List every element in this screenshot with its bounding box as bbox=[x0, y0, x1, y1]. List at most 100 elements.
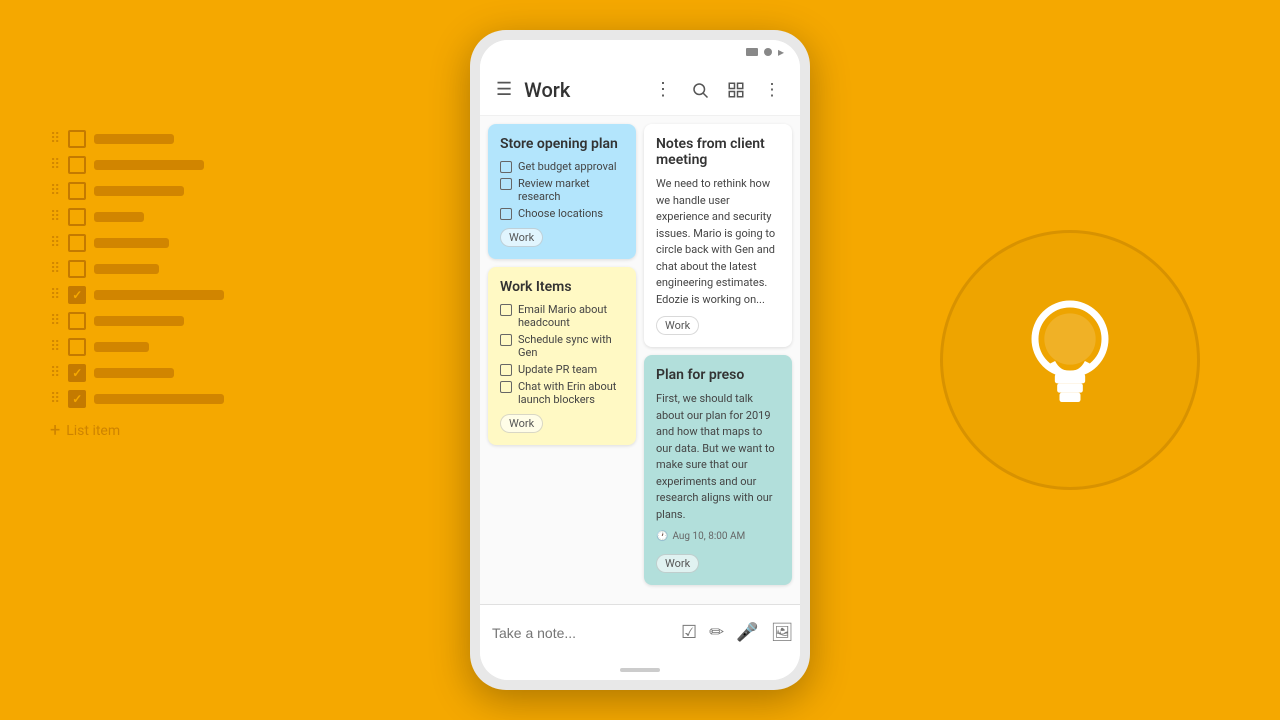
drag-handle-icon[interactable]: ⠿ bbox=[50, 339, 60, 355]
checklist-item-label: Update PR team bbox=[518, 363, 597, 376]
drag-handle-icon[interactable]: ⠿ bbox=[50, 365, 60, 381]
notes-left-column: Store opening plan Get budget approval R… bbox=[488, 124, 636, 445]
notes-right-column: Notes from client meeting We need to ret… bbox=[644, 124, 792, 585]
lightbulb-circle bbox=[940, 230, 1200, 490]
list-row: ⠿ bbox=[50, 260, 224, 278]
drag-handle-icon[interactable]: ⠿ bbox=[50, 131, 60, 147]
note-plan-preso-title: Plan for preso bbox=[656, 367, 780, 383]
note-plan-preso-tag[interactable]: Work bbox=[656, 554, 699, 573]
app-header: ☰ Work ⋮ ⋮ bbox=[480, 64, 800, 116]
list-bar bbox=[94, 368, 174, 378]
lightbulb-icon bbox=[1000, 290, 1140, 430]
note-client-meeting[interactable]: Notes from client meeting We need to ret… bbox=[644, 124, 792, 347]
list-checkbox[interactable] bbox=[68, 156, 86, 174]
image-icon[interactable]: 🖼 bbox=[771, 622, 794, 643]
list-row: ⠿ bbox=[50, 390, 224, 408]
layout-icon[interactable] bbox=[720, 74, 752, 106]
drag-handle-icon[interactable]: ⠿ bbox=[50, 235, 60, 251]
drag-handle-icon[interactable]: ⠿ bbox=[50, 183, 60, 199]
list-bar bbox=[94, 316, 184, 326]
checklist-item-label: Chat with Erin about launch blockers bbox=[518, 380, 624, 406]
note-store-plan[interactable]: Store opening plan Get budget approval R… bbox=[488, 124, 636, 259]
note-store-plan-checklist: Get budget approval Review market resear… bbox=[500, 160, 624, 220]
checklist-item-label: Choose locations bbox=[518, 207, 603, 220]
note-work-items-tag[interactable]: Work bbox=[500, 414, 543, 433]
note-work-items-checklist: Email Mario about headcount Schedule syn… bbox=[500, 303, 624, 406]
list-row: ⠿ bbox=[50, 156, 224, 174]
checklist-item: Chat with Erin about launch blockers bbox=[500, 380, 624, 406]
drag-handle-icon[interactable]: ⠿ bbox=[50, 261, 60, 277]
phone-mockup: ▸ ☰ Work ⋮ bbox=[470, 30, 810, 690]
list-row: ⠿ bbox=[50, 182, 224, 200]
status-bar: ▸ bbox=[480, 40, 800, 64]
list-checkbox[interactable] bbox=[68, 130, 86, 148]
list-bar bbox=[94, 290, 224, 300]
list-bar bbox=[94, 238, 169, 248]
lightbulb-area bbox=[940, 230, 1200, 490]
menu-icon[interactable]: ☰ bbox=[492, 75, 516, 104]
list-bar bbox=[94, 134, 174, 144]
note-plan-preso-body: First, we should talk about our plan for… bbox=[656, 391, 780, 523]
check-box[interactable] bbox=[500, 161, 512, 173]
list-bar bbox=[94, 394, 224, 404]
check-box[interactable] bbox=[500, 208, 512, 220]
search-icon[interactable] bbox=[684, 74, 716, 106]
drag-handle-icon[interactable]: ⠿ bbox=[50, 313, 60, 329]
add-list-item-row[interactable]: + List item bbox=[50, 420, 224, 441]
checklist-item: Review market research bbox=[500, 177, 624, 203]
add-item-label: List item bbox=[66, 423, 120, 439]
list-bar bbox=[94, 186, 184, 196]
note-store-plan-title: Store opening plan bbox=[500, 136, 624, 152]
drag-handle-icon[interactable]: ⠿ bbox=[50, 391, 60, 407]
add-icon[interactable]: + bbox=[50, 420, 60, 441]
check-box[interactable] bbox=[500, 334, 512, 346]
list-checkbox[interactable] bbox=[68, 182, 86, 200]
checklist-item: Schedule sync with Gen bbox=[500, 333, 624, 359]
drag-handle-icon[interactable]: ⠿ bbox=[50, 287, 60, 303]
check-box[interactable] bbox=[500, 304, 512, 316]
bottom-bar: ☑ ✏ 🎤 🖼 bbox=[480, 604, 800, 660]
list-row: ⠿ bbox=[50, 208, 224, 226]
draw-icon[interactable]: ✏ bbox=[709, 622, 724, 643]
note-client-meeting-tag[interactable]: Work bbox=[656, 316, 699, 335]
bottom-action-icons: ☑ ✏ 🎤 🖼 bbox=[681, 622, 794, 643]
list-row: ⠿ bbox=[50, 364, 224, 382]
checklist-item: Get budget approval bbox=[500, 160, 624, 173]
note-store-plan-tag[interactable]: Work bbox=[500, 228, 543, 247]
check-box[interactable] bbox=[500, 364, 512, 376]
list-checkbox[interactable] bbox=[68, 260, 86, 278]
list-checkbox[interactable] bbox=[68, 390, 86, 408]
checklist-item-label: Get budget approval bbox=[518, 160, 617, 173]
note-client-meeting-body: We need to rethink how we handle user ex… bbox=[656, 176, 780, 308]
checklist-item-label: Schedule sync with Gen bbox=[518, 333, 624, 359]
notes-content: Store opening plan Get budget approval R… bbox=[480, 116, 800, 604]
list-row: ⠿ bbox=[50, 312, 224, 330]
check-box[interactable] bbox=[500, 178, 512, 190]
header-more-dots[interactable]: ⋮ bbox=[650, 75, 676, 104]
notes-grid: Store opening plan Get budget approval R… bbox=[488, 124, 792, 585]
note-work-items[interactable]: Work Items Email Mario about headcount S… bbox=[488, 267, 636, 445]
voice-icon[interactable]: 🎤 bbox=[736, 622, 758, 643]
note-plan-preso[interactable]: Plan for preso First, we should talk abo… bbox=[644, 355, 792, 585]
checklist-item: Update PR team bbox=[500, 363, 624, 376]
note-time-text: Aug 10, 8:00 AM bbox=[672, 531, 745, 542]
list-row: ⠿ bbox=[50, 234, 224, 252]
clock-icon: 🕐 bbox=[656, 531, 668, 542]
check-box[interactable] bbox=[500, 381, 512, 393]
list-checkbox[interactable] bbox=[68, 312, 86, 330]
take-note-input[interactable] bbox=[492, 625, 673, 641]
list-checkbox[interactable] bbox=[68, 234, 86, 252]
list-checkbox[interactable] bbox=[68, 208, 86, 226]
list-bar bbox=[94, 264, 159, 274]
overflow-menu-icon[interactable]: ⋮ bbox=[756, 74, 788, 106]
signal-icon: ▸ bbox=[778, 45, 784, 59]
list-checkbox[interactable] bbox=[68, 364, 86, 382]
list-checkbox[interactable] bbox=[68, 286, 86, 304]
checkbox-icon[interactable]: ☑ bbox=[681, 622, 697, 643]
list-checkbox[interactable] bbox=[68, 338, 86, 356]
checklist-item-label: Email Mario about headcount bbox=[518, 303, 624, 329]
drag-handle-icon[interactable]: ⠿ bbox=[50, 209, 60, 225]
drag-handle-icon[interactable]: ⠿ bbox=[50, 157, 60, 173]
checklist-item-label: Review market research bbox=[518, 177, 624, 203]
note-work-items-title: Work Items bbox=[500, 279, 624, 295]
